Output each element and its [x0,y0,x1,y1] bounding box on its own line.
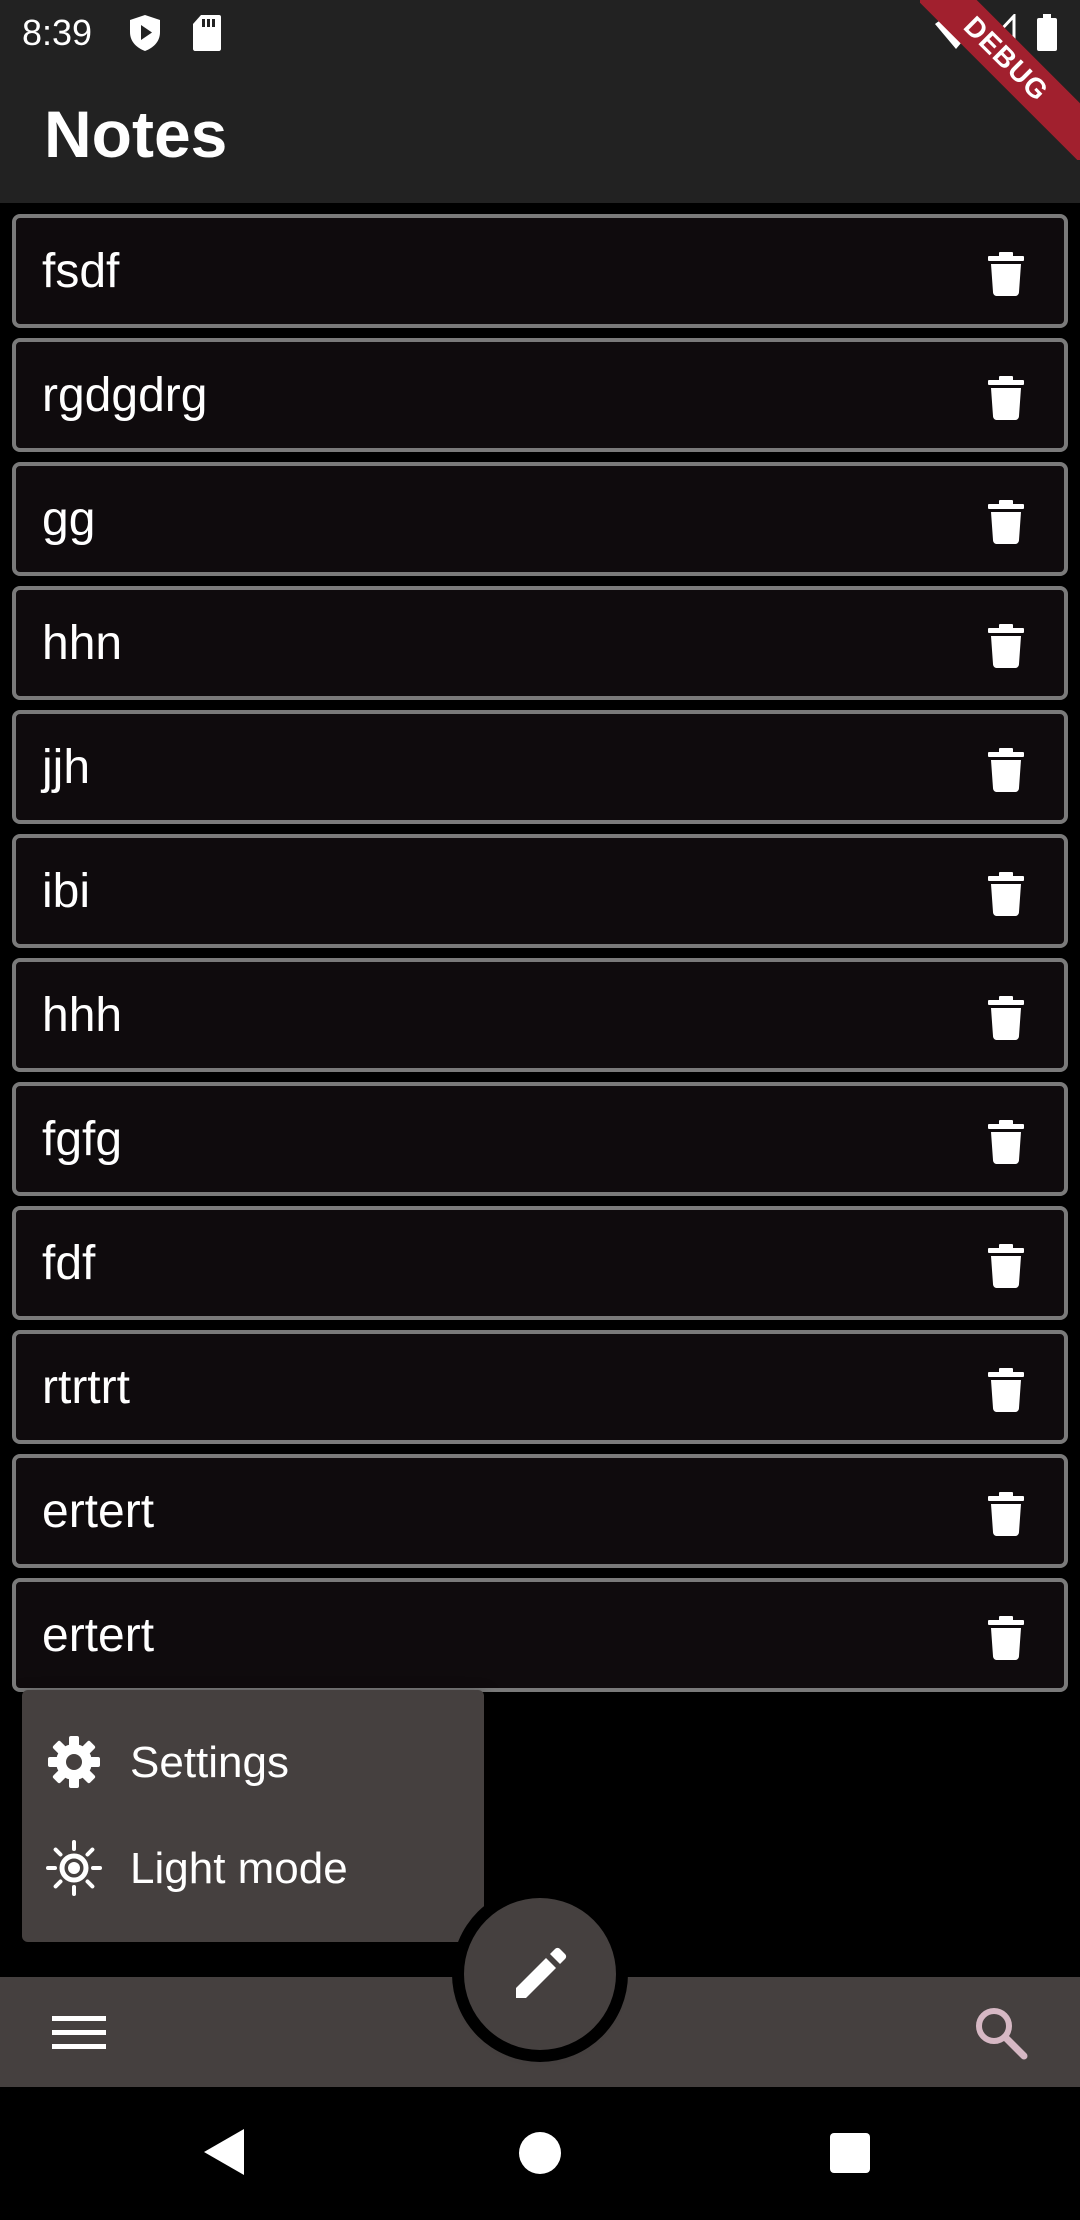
note-title: fdf [42,1237,96,1290]
delete-icon[interactable] [988,1244,1024,1288]
search-icon[interactable] [972,2004,1028,2060]
note-card[interactable]: jjh [12,710,1068,824]
delete-icon[interactable] [988,1616,1024,1660]
menu-item-settings[interactable]: Settings [22,1712,484,1812]
delete-icon[interactable] [988,252,1024,296]
pencil-icon [516,1947,567,1998]
system-nav-bar [0,2087,1080,2220]
menu-item-light-mode[interactable]: Light mode [22,1818,484,1918]
hamburger-menu-icon[interactable] [52,2014,106,2052]
note-card[interactable]: ibi [12,834,1068,948]
app-bar: Notes [0,66,1080,203]
note-title: jjh [42,741,91,794]
note-card[interactable]: fgfg [12,1082,1068,1196]
battery-icon [1037,14,1057,51]
delete-icon[interactable] [988,996,1024,1040]
sun-icon [46,1840,102,1896]
back-icon[interactable] [202,2127,246,2177]
shield-icon [130,15,160,51]
note-card[interactable]: gg [12,462,1068,576]
note-title: rgdgdrg [42,369,208,422]
page-title: Notes [44,97,228,171]
popup-menu: Settings Light mode [22,1690,484,1942]
note-title: ertert [42,1609,155,1662]
delete-icon[interactable] [988,1492,1024,1536]
note-title: hhn [42,617,123,670]
signal-icon [982,14,1016,50]
new-note-fab[interactable] [464,1898,616,2050]
delete-icon[interactable] [988,1368,1024,1412]
delete-icon[interactable] [988,1120,1024,1164]
note-card[interactable]: hhn [12,586,1068,700]
wifi-icon [935,16,977,49]
note-title: gg [42,493,96,546]
note-card[interactable]: ertert [12,1578,1068,1692]
note-card[interactable]: rtrtrt [12,1330,1068,1444]
delete-icon[interactable] [988,500,1024,544]
delete-icon[interactable] [988,376,1024,420]
menu-item-label: Settings [130,1738,289,1787]
sd-card-icon [193,15,221,51]
status-time: 8:39 [22,12,93,53]
note-card[interactable]: hhh [12,958,1068,1072]
note-title: hhh [42,989,123,1042]
note-card[interactable]: rgdgdrg [12,338,1068,452]
note-title: rtrtrt [42,1361,130,1414]
gear-icon [48,1736,100,1788]
note-title: ertert [42,1485,155,1538]
status-bar: 8:39 [0,0,1080,66]
home-icon[interactable] [519,2132,561,2174]
delete-icon[interactable] [988,624,1024,668]
recents-icon[interactable] [830,2133,870,2173]
delete-icon[interactable] [988,872,1024,916]
delete-icon[interactable] [988,748,1024,792]
note-card[interactable]: ertert [12,1454,1068,1568]
note-title: ibi [42,865,91,918]
note-card[interactable]: fdf [12,1206,1068,1320]
notes-list: fsdf rgdgdrg gg hhn jjh ibi hhh fgfg fdf… [12,214,1068,1702]
menu-item-label: Light mode [130,1844,348,1893]
note-card[interactable]: fsdf [12,214,1068,328]
note-title: fgfg [42,1113,123,1166]
note-title: fsdf [42,245,120,298]
